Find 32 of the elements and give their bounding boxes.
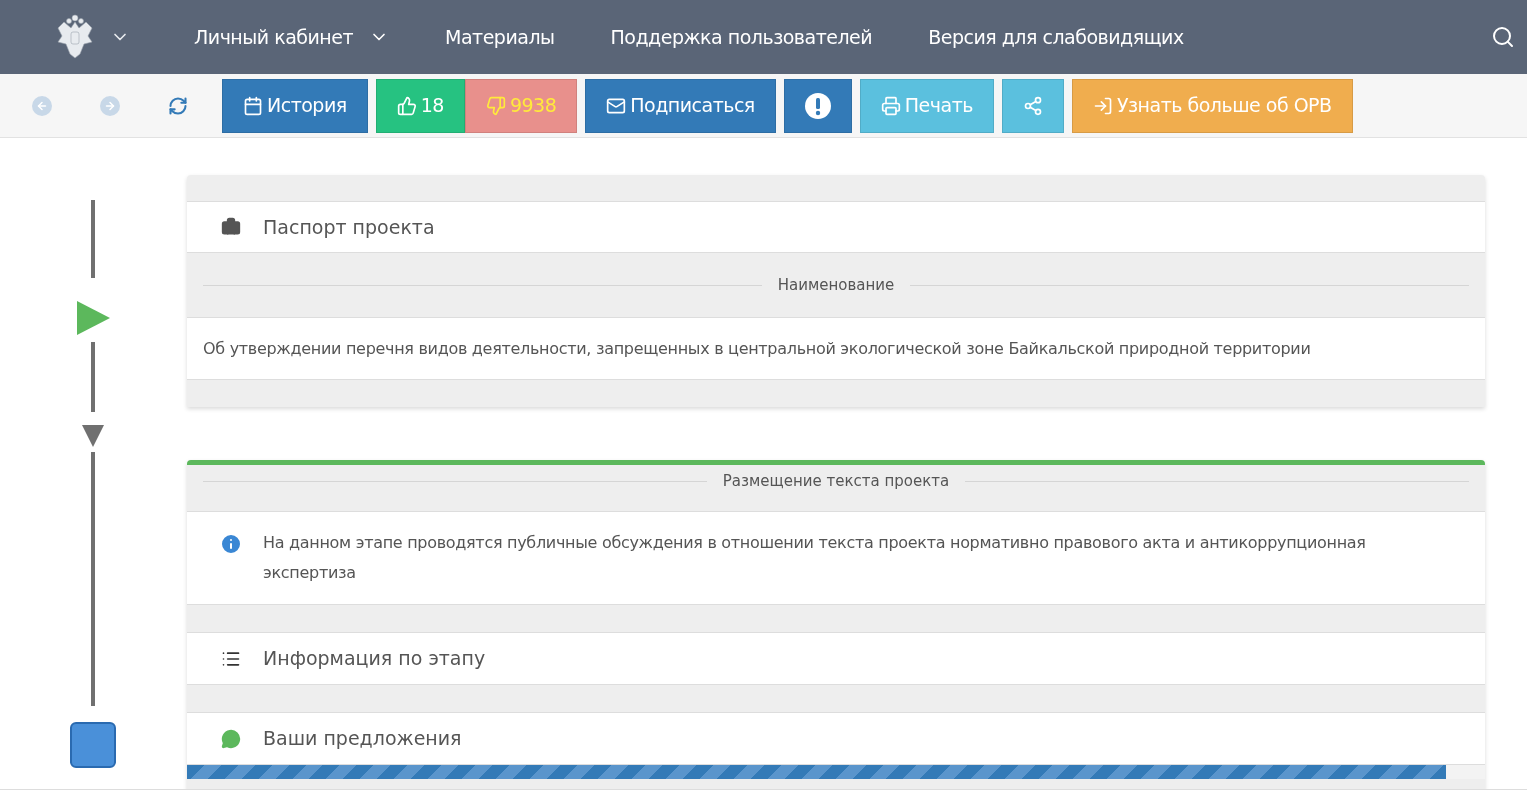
sign-in-icon xyxy=(1092,95,1113,116)
nav-menu-item[interactable]: Материалы xyxy=(445,22,555,52)
stage-notice-text: На данном этапе проводятся публичные обсуждения в отношении текста проекта нормативно правового акта и антикоррупционная экспертиза xyxy=(263,532,1367,584)
speech-bubble-icon xyxy=(221,728,241,749)
arrow-left-icon xyxy=(36,99,48,112)
history-button[interactable]: История xyxy=(222,78,368,133)
stage-title: Размещение текста проекта xyxy=(722,470,950,492)
info-icon xyxy=(219,532,243,556)
calendar-icon xyxy=(243,95,263,116)
share-button[interactable] xyxy=(1001,78,1064,133)
subscribe-button[interactable]: Подписаться xyxy=(585,78,776,133)
search-icon[interactable] xyxy=(1491,25,1515,49)
thumbs-down-icon xyxy=(485,95,506,116)
refresh-icon xyxy=(168,95,188,116)
alert-button[interactable] xyxy=(783,78,852,133)
briefcase-icon xyxy=(221,217,241,237)
arrow-right-icon xyxy=(104,99,116,112)
exclamation-icon xyxy=(804,92,831,119)
share-icon xyxy=(1022,95,1043,116)
nav-menu-item[interactable]: Поддержка пользователей xyxy=(610,22,873,52)
stage-section-row[interactable]: Информация по этапу xyxy=(187,632,1485,685)
thumbs-up-icon xyxy=(396,95,417,116)
nav-menu-item[interactable]: Личный кабинет xyxy=(194,22,390,52)
printer-icon xyxy=(880,95,901,116)
project-name-text: Об утверждении перечня видов деятельности, запрещенных в центральной экологической зоне Байкальской природной территории xyxy=(203,337,1311,360)
nav-menu-item[interactable]: Версия для слабовидящих xyxy=(928,22,1184,52)
refresh-button[interactable] xyxy=(168,95,188,116)
down-triangle-icon xyxy=(80,424,105,448)
section-heading: Паспорт проекта xyxy=(263,214,435,240)
play-triangle-icon xyxy=(74,300,111,336)
field-label: Наименование xyxy=(777,274,895,296)
stage-section-row[interactable]: Ваши предложения xyxy=(187,712,1485,765)
